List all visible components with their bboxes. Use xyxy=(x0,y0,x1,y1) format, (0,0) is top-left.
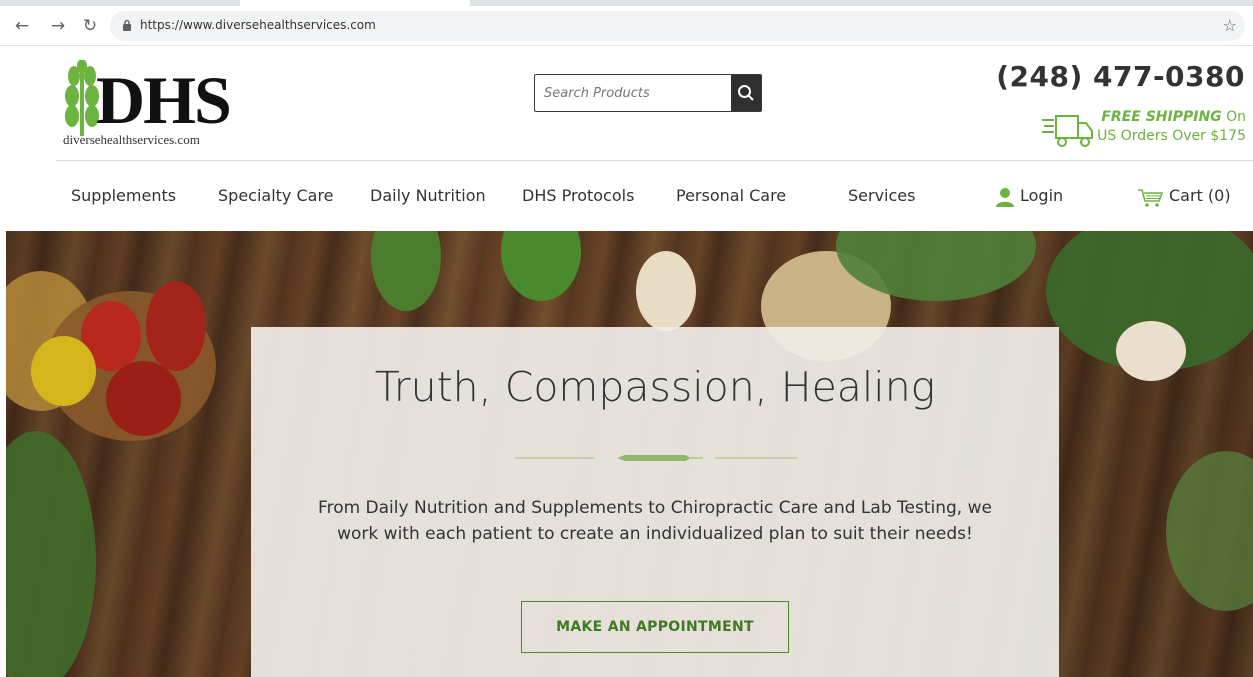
lock-icon xyxy=(123,19,131,31)
nav-item-specialty-care[interactable]: Specialty Care xyxy=(218,186,334,205)
logo-domain: diversehealthservices.com xyxy=(63,132,200,147)
nav-item-personal-care[interactable]: Personal Care xyxy=(676,186,786,205)
cart-link[interactable]: Cart (0) xyxy=(1169,186,1231,205)
hero-headline: Truth, Compassion, Healing xyxy=(374,363,936,411)
rosemary-shape xyxy=(1166,451,1253,611)
hero-panel: Truth, Compassion, Healing From Daily Nu… xyxy=(251,327,1059,677)
zucchini-shape xyxy=(371,231,441,311)
free-shipping-label: FREE SHIPPING On xyxy=(1101,109,1246,125)
logo-wordmark: DHS xyxy=(96,62,232,138)
garlic-shape xyxy=(636,251,696,331)
garlic-shape xyxy=(1116,321,1186,381)
cart-icon[interactable] xyxy=(1137,188,1165,208)
back-icon[interactable]: ← xyxy=(12,16,32,36)
search-input[interactable] xyxy=(535,75,731,111)
search-icon xyxy=(738,85,754,101)
forward-icon[interactable]: → xyxy=(48,16,68,36)
wheat-divider-icon xyxy=(515,455,797,461)
nav-item-services[interactable]: Services xyxy=(848,186,915,205)
tomato-shape xyxy=(31,336,96,406)
tab-strip xyxy=(0,0,1253,6)
site-logo[interactable]: DHS diversehealthservices.com xyxy=(56,60,256,150)
nav-item-dhs-protocols[interactable]: DHS Protocols xyxy=(522,186,634,205)
free-shipping-on: On xyxy=(1221,109,1246,125)
tomato-shape xyxy=(146,281,206,371)
address-bar[interactable]: https://www.diversehealthservices.com ☆ xyxy=(110,11,1245,41)
search-button[interactable] xyxy=(731,75,761,111)
free-shipping-threshold: US Orders Over $175 xyxy=(1097,128,1246,144)
delivery-truck-icon xyxy=(1042,115,1093,147)
search-box xyxy=(534,74,762,112)
phone-number[interactable]: (248) 477-0380 xyxy=(996,60,1245,93)
nav-item-supplements[interactable]: Supplements xyxy=(71,186,176,205)
herb-shape xyxy=(6,431,96,677)
hero-description: From Daily Nutrition and Supplements to … xyxy=(318,498,992,544)
make-appointment-button[interactable]: MAKE AN APPOINTMENT xyxy=(521,601,789,653)
star-icon[interactable]: ☆ xyxy=(1223,16,1237,35)
browser-tab[interactable] xyxy=(240,0,470,6)
login-link[interactable]: Login xyxy=(1020,186,1063,205)
header-divider xyxy=(56,160,1253,161)
nav-item-daily-nutrition[interactable]: Daily Nutrition xyxy=(370,186,486,205)
user-icon[interactable] xyxy=(995,187,1015,207)
reload-icon[interactable]: ↻ xyxy=(80,16,100,36)
tomato-shape xyxy=(106,361,181,436)
free-shipping-bold: FREE SHIPPING xyxy=(1101,109,1222,125)
browser-toolbar: ← → ↻ https://www.diversehealthservices.… xyxy=(0,0,1253,46)
hero-banner: Truth, Compassion, Healing From Daily Nu… xyxy=(6,231,1253,677)
zucchini-shape xyxy=(501,231,581,301)
url-text[interactable]: https://www.diversehealthservices.com xyxy=(140,18,376,32)
